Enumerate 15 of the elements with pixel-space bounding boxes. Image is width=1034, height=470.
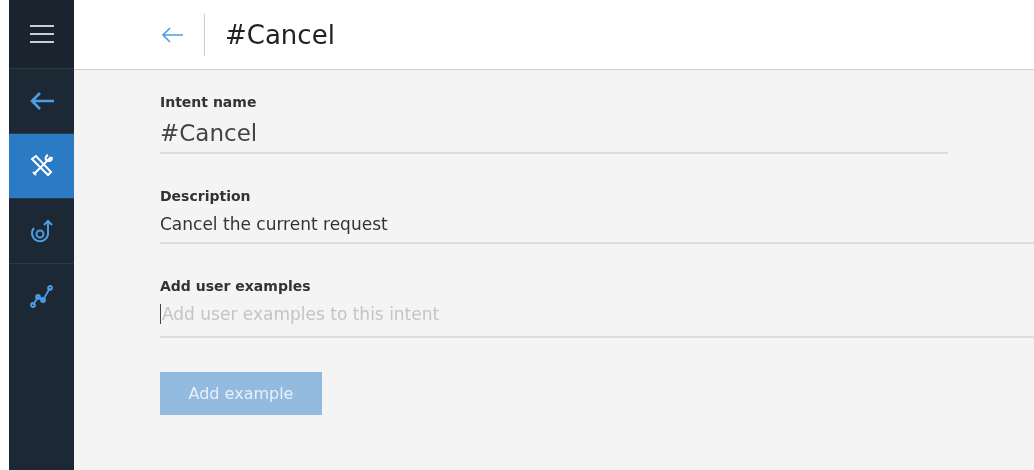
menu-icon	[28, 24, 55, 44]
text-field[interactable]: #Cancel	[160, 118, 948, 154]
back-button[interactable]	[160, 25, 184, 44]
page-title: #Cancel	[225, 19, 335, 50]
circular-arrow-icon	[29, 218, 54, 244]
tools-icon	[28, 153, 55, 179]
field-label: Add user examples	[160, 278, 312, 294]
text-field[interactable]: Cancel the current request	[160, 212, 1034, 244]
field-label: Description	[160, 188, 252, 204]
sidebar-menu-button[interactable]	[9, 0, 74, 68]
sidebar-tools-button[interactable]	[9, 133, 74, 198]
back-arrow-icon	[160, 25, 184, 44]
line-chart-icon	[29, 284, 54, 308]
field-label: Intent name	[160, 94, 258, 110]
back-arrow-icon	[28, 91, 55, 111]
